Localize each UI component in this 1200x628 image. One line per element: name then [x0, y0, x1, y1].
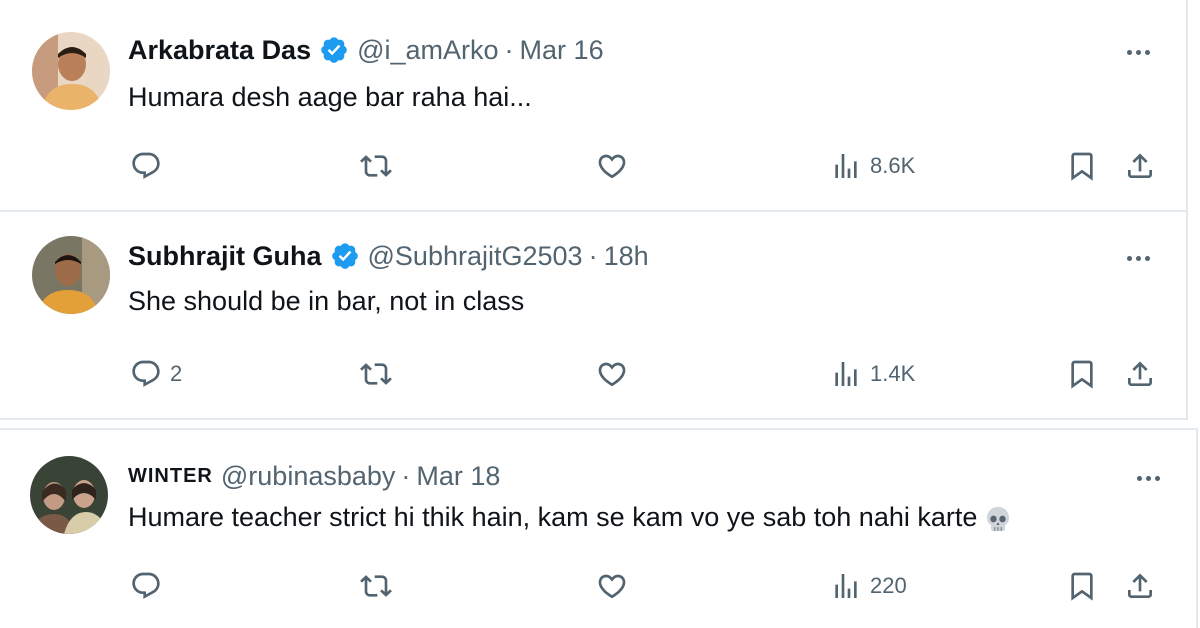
tweet-header: WINTER @rubinasbaby · Mar 18: [128, 458, 500, 494]
more-icon[interactable]: [1120, 40, 1156, 64]
verified-icon: [319, 35, 349, 65]
action-bar: 220: [0, 566, 1200, 606]
author-handle[interactable]: @rubinasbaby: [221, 461, 396, 492]
view-count: 8.6K: [870, 153, 916, 178]
view-count: 1.4K: [870, 361, 916, 386]
bookmark-icon: [1071, 572, 1093, 601]
author-name[interactable]: Arkabrata Das: [128, 35, 311, 66]
timestamp[interactable]: Mar 18: [416, 461, 500, 492]
verified-icon: [330, 241, 360, 271]
tweet-header: Arkabrata Das @i_amArko · Mar 16: [128, 32, 604, 68]
retweet-button[interactable]: [360, 146, 392, 186]
reply-icon: [132, 152, 160, 179]
tweet[interactable]: Subhrajit Guha @SubhrajitG2503 · 18h She…: [0, 212, 1188, 420]
tweet-text: She should be in bar, not in class: [128, 286, 525, 316]
action-bar: 2 1.4K: [0, 354, 1200, 394]
like-icon: [598, 154, 626, 179]
view-count: 220: [870, 573, 907, 598]
views-button[interactable]: 220: [830, 566, 907, 606]
bookmark-button[interactable]: [1066, 354, 1098, 394]
like-button[interactable]: [596, 354, 628, 394]
like-icon: [598, 574, 626, 599]
reply-button[interactable]: 2: [130, 354, 182, 394]
skull-icon: [983, 504, 1013, 534]
retweet-button[interactable]: [360, 566, 392, 606]
share-icon: [1128, 361, 1152, 386]
like-button[interactable]: [596, 146, 628, 186]
separator: ·: [401, 460, 411, 491]
share-button[interactable]: [1124, 354, 1156, 394]
timestamp[interactable]: 18h: [604, 241, 649, 272]
tweet-text: Humara desh aage bar raha hai...: [128, 82, 532, 112]
tweet[interactable]: WINTER @rubinasbaby · Mar 18 Humare teac…: [0, 428, 1198, 628]
retweet-button[interactable]: [360, 354, 392, 394]
author-name[interactable]: Subhrajit Guha: [128, 241, 322, 272]
avatar[interactable]: [30, 456, 108, 534]
views-icon: [835, 154, 857, 178]
reply-button[interactable]: [130, 566, 170, 606]
retweet-icon: [360, 363, 392, 385]
share-button[interactable]: [1124, 146, 1156, 186]
bookmark-icon: [1071, 360, 1093, 389]
views-icon: [835, 362, 857, 386]
bookmark-button[interactable]: [1066, 146, 1098, 186]
tweet-text-row: Humare teacher strict hi thik hain, kam …: [128, 502, 1013, 534]
tweet-text: Humare teacher strict hi thik hain, kam …: [128, 502, 978, 532]
reply-feed: Arkabrata Das @i_amArko · Mar 16 Humara …: [0, 0, 1200, 628]
reply-button[interactable]: [130, 146, 170, 186]
action-bar: 8.6K: [0, 146, 1200, 186]
author-name[interactable]: WINTER: [128, 465, 213, 488]
separator: ·: [588, 240, 598, 271]
bookmark-icon: [1071, 152, 1093, 181]
reply-icon: [132, 572, 160, 599]
retweet-icon: [360, 575, 392, 597]
bookmark-button[interactable]: [1066, 566, 1098, 606]
author-handle[interactable]: @SubhrajitG2503: [368, 241, 583, 272]
avatar[interactable]: [32, 236, 110, 314]
views-icon: [835, 574, 857, 598]
share-icon: [1128, 573, 1152, 598]
reply-count: 2: [170, 361, 183, 386]
like-icon: [598, 362, 626, 387]
separator: ·: [504, 34, 514, 65]
views-button[interactable]: 1.4K: [830, 354, 915, 394]
more-icon[interactable]: [1120, 246, 1156, 270]
tweet-header: Subhrajit Guha @SubhrajitG2503 · 18h: [128, 238, 649, 274]
share-icon: [1128, 153, 1152, 178]
retweet-icon: [360, 155, 392, 177]
views-button[interactable]: 8.6K: [830, 146, 915, 186]
more-icon[interactable]: [1130, 466, 1166, 490]
share-button[interactable]: [1124, 566, 1156, 606]
avatar[interactable]: [32, 32, 110, 110]
timestamp[interactable]: Mar 16: [520, 35, 604, 66]
author-handle[interactable]: @i_amArko: [357, 35, 498, 66]
like-button[interactable]: [596, 566, 628, 606]
tweet[interactable]: Arkabrata Das @i_amArko · Mar 16 Humara …: [0, 0, 1188, 212]
reply-icon: [132, 360, 160, 387]
